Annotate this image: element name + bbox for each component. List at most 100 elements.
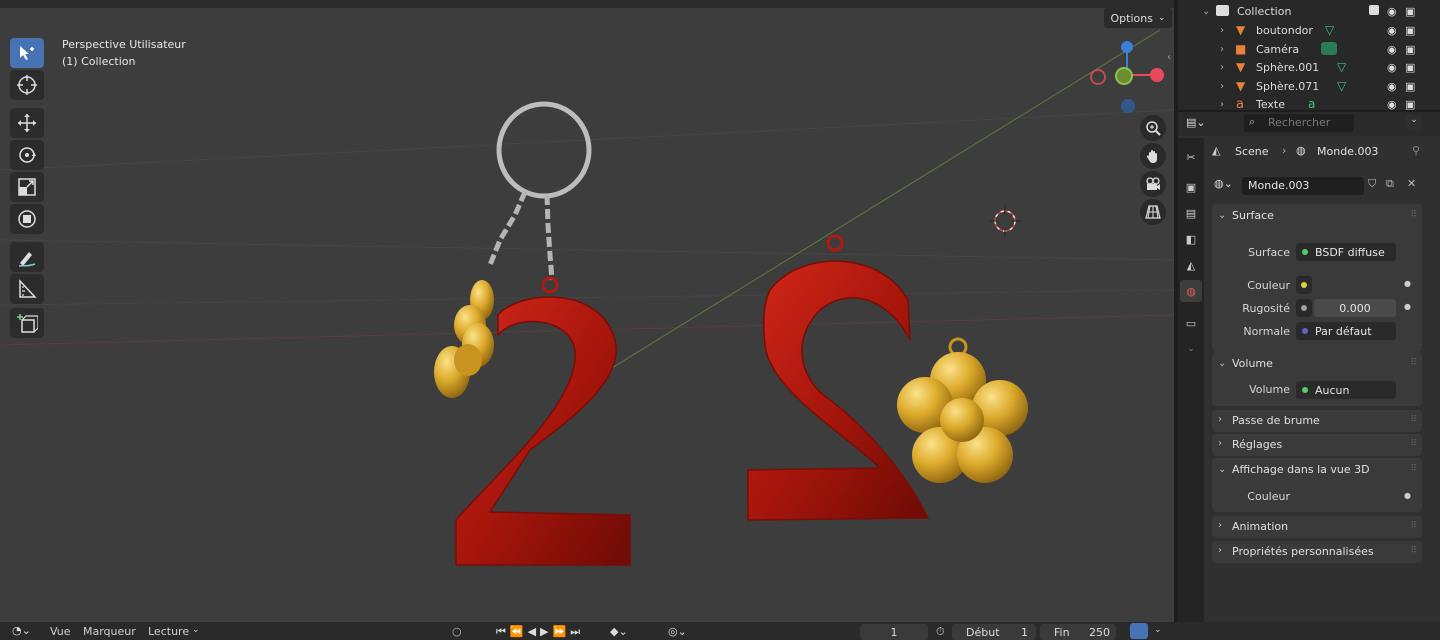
tab-more[interactable]: ⌄ (1180, 338, 1202, 360)
chevron-down-icon[interactable]: ⌄ (1202, 6, 1210, 17)
outliner-item[interactable]: › ▼ Sphère.071 ▽ ◉ ▣ (1178, 77, 1440, 95)
clock-icon[interactable]: ◔⌄ (12, 624, 31, 637)
volume-shader-field[interactable]: Aucun (1296, 381, 1396, 399)
animation-panel[interactable]: › Animation ⠿ (1212, 516, 1422, 538)
world-browse-icon[interactable]: ◍⌄ (1214, 177, 1233, 190)
add-cube-tool[interactable] (10, 308, 44, 338)
tab-render[interactable]: ▣ (1180, 176, 1202, 198)
surface-shader-field[interactable]: BSDF diffuse (1296, 243, 1396, 261)
keyframe-dot-icon[interactable]: ● (1404, 302, 1411, 311)
record-icon[interactable]: ○ (452, 625, 462, 638)
outliner-item[interactable]: › ■ Caméra ◉ ▣ (1178, 40, 1440, 58)
navigation-gizmo[interactable] (1090, 41, 1164, 113)
roughness-field[interactable]: 0.000 (1314, 299, 1396, 317)
eye-icon[interactable]: ◉ (1387, 61, 1397, 74)
checkbox-icon[interactable] (1369, 5, 1379, 15)
perspective-toggle-button[interactable] (1140, 199, 1166, 225)
transform-tool[interactable] (10, 204, 44, 234)
editor-type-icon[interactable]: ▤⌄ (1186, 116, 1206, 129)
camera-render-icon[interactable]: ▣ (1405, 43, 1415, 56)
tab-output[interactable]: ▤ (1180, 202, 1202, 224)
camera-render-icon[interactable]: ▣ (1405, 80, 1415, 93)
camera-render-icon[interactable]: ▣ (1405, 61, 1415, 74)
outliner-collection-row[interactable]: ⌄ Collection ◉ ▣ (1178, 2, 1440, 20)
outliner-item[interactable]: › a Texte a ◉ ▣ (1178, 95, 1440, 113)
fake-user-icon[interactable]: ⛉ (1368, 177, 1376, 191)
normal-field[interactable]: Par défaut (1296, 322, 1396, 340)
eye-icon[interactable]: ◉ (1387, 43, 1397, 56)
scale-tool[interactable] (10, 172, 44, 202)
duplicate-icon[interactable]: ⧉ (1386, 177, 1394, 191)
zoom-button[interactable] (1140, 115, 1166, 141)
options-chevron-icon[interactable]: ⌄ (1406, 115, 1422, 131)
tab-world[interactable]: ◍ (1180, 280, 1202, 302)
search-placeholder: Rechercher (1268, 116, 1331, 129)
drag-handle-icon[interactable]: ⠿ (1410, 439, 1417, 449)
menu-view[interactable]: Vue (50, 625, 71, 638)
keyframe-nav-icon[interactable]: ◆⌄ (610, 625, 628, 638)
drag-handle-icon[interactable]: ⠿ (1410, 358, 1417, 368)
menu-marker[interactable]: Marqueur (83, 625, 136, 638)
custom-properties-panel[interactable]: › Propriétés personnalisées ⠿ (1212, 541, 1422, 563)
cursor-tool[interactable] (10, 70, 44, 100)
tab-scene[interactable]: ◭ (1180, 254, 1202, 276)
outliner-item[interactable]: › ▼ boutondor ▽ ◉ ▣ (1178, 21, 1440, 39)
keyframe-dot-icon[interactable]: ● (1404, 279, 1411, 288)
roughness-socket[interactable] (1296, 299, 1312, 317)
surface-panel-header[interactable]: ⌄ Surface ⠿ (1212, 204, 1422, 226)
tab-view-layer[interactable]: ◧ (1180, 228, 1202, 250)
measure-tool[interactable] (10, 274, 44, 304)
chevron-right-icon[interactable]: › (1220, 99, 1224, 110)
volume-panel-header[interactable]: ⌄ Volume ⠿ (1212, 352, 1422, 374)
color-socket[interactable] (1296, 276, 1312, 294)
display-color-swatch[interactable] (1296, 487, 1396, 505)
chevron-right-icon[interactable]: › (1220, 44, 1224, 55)
drag-handle-icon[interactable]: ⠿ (1410, 415, 1417, 425)
drag-handle-icon[interactable]: ⠿ (1410, 521, 1417, 531)
eye-icon[interactable]: ◉ (1387, 98, 1397, 111)
playback-controls-icon[interactable]: ⏮⏪◀▶⏩⏭ (496, 625, 584, 639)
outliner-item[interactable]: › ▼ Sphère.001 ▽ ◉ ▣ (1178, 58, 1440, 76)
menu-playback[interactable]: Lecture (148, 625, 189, 638)
pan-button[interactable] (1140, 143, 1166, 169)
drag-handle-icon[interactable]: ⠿ (1410, 546, 1417, 556)
end-frame-field[interactable]: Fin 250 (1040, 624, 1116, 640)
options-dropdown[interactable]: Options ⌄ (1104, 8, 1172, 28)
pin-icon[interactable]: ⚲ (1412, 144, 1420, 157)
stopwatch-icon[interactable]: ⏱ (936, 625, 945, 639)
chevron-right-icon[interactable]: › (1220, 62, 1224, 73)
keyframe-dot-icon[interactable]: ● (1404, 491, 1411, 500)
tab-collection[interactable]: ▭ (1180, 312, 1202, 334)
camera-render-icon[interactable]: ▣ (1405, 24, 1415, 37)
camera-render-icon[interactable]: ▣ (1405, 5, 1415, 18)
tab-tool[interactable]: ✂ (1180, 146, 1202, 168)
eye-icon[interactable]: ◉ (1387, 24, 1397, 37)
auto-keying-icon[interactable]: ◎⌄ (668, 625, 687, 638)
chevron-right-icon[interactable]: › (1220, 25, 1224, 36)
mist-pass-panel[interactable]: › Passe de brume ⠿ (1212, 410, 1422, 432)
close-icon[interactable]: ✕ (1407, 177, 1416, 190)
move-tool[interactable] (10, 108, 44, 138)
annotate-tool[interactable] (10, 242, 44, 272)
scene-sync-icon[interactable] (1130, 623, 1148, 639)
eye-icon[interactable]: ◉ (1387, 5, 1397, 18)
start-frame-field[interactable]: Début 1 (952, 624, 1036, 640)
start-value: 1 (1021, 625, 1028, 639)
3d-viewport[interactable]: Perspective Utilisateur (1) Collection O… (0, 0, 1174, 622)
search-field[interactable]: ⌕ Rechercher (1244, 114, 1354, 132)
settings-panel[interactable]: › Réglages ⠿ (1212, 434, 1422, 456)
end-value: 250 (1089, 625, 1110, 639)
rotate-tool[interactable] (10, 140, 44, 170)
eye-icon[interactable]: ◉ (1387, 80, 1397, 93)
camera-view-button[interactable] (1140, 171, 1166, 197)
chevron-right-icon[interactable]: › (1220, 81, 1224, 92)
viewport-display-panel-header[interactable]: ⌄ Affichage dans la vue 3D ⠿ (1212, 458, 1422, 480)
world-name-field[interactable]: Monde.003 (1242, 177, 1364, 195)
drag-handle-icon[interactable]: ⠿ (1410, 464, 1417, 474)
camera-render-icon[interactable]: ▣ (1405, 98, 1415, 111)
drag-handle-icon[interactable]: ⠿ (1410, 210, 1417, 220)
outliner-item-name: Sphère.001 (1256, 60, 1320, 74)
current-frame-field[interactable]: 1 (860, 624, 928, 640)
sidebar-toggle-icon[interactable]: ‹ (1167, 52, 1171, 63)
select-box-tool[interactable] (10, 38, 44, 68)
